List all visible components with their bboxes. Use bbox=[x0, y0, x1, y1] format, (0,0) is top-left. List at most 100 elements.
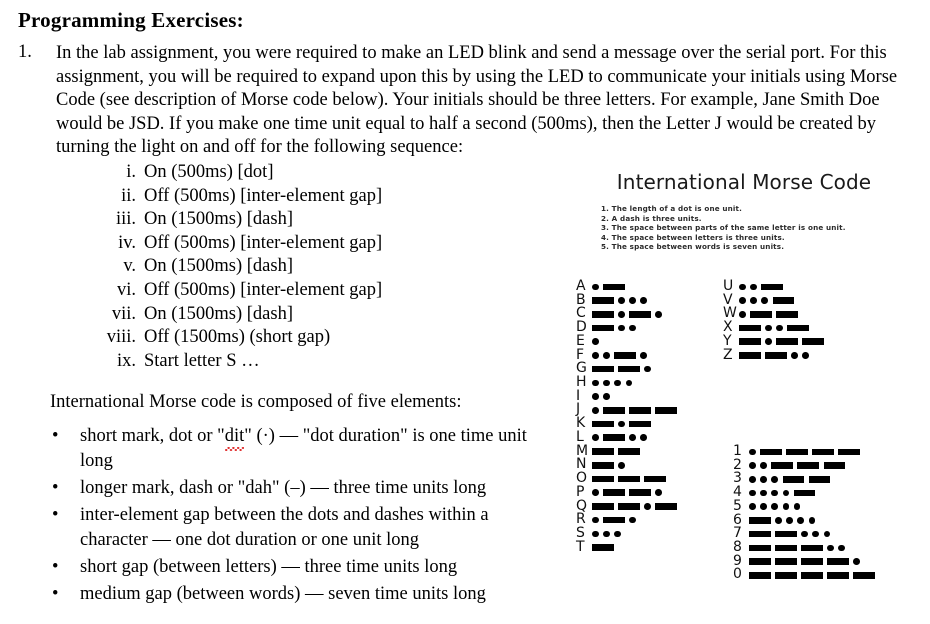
morse-chart-rules: 1. The length of a dot is one unit. 2. A … bbox=[601, 204, 846, 252]
morse-row: M bbox=[576, 444, 681, 459]
morse-dot-icon bbox=[782, 489, 790, 497]
morse-dash-icon bbox=[618, 448, 640, 455]
morse-code-symbols bbox=[749, 530, 835, 538]
morse-dash-icon bbox=[801, 558, 823, 565]
morse-dash-icon bbox=[592, 544, 614, 551]
morse-code-symbols bbox=[749, 476, 835, 483]
morse-dash-icon bbox=[739, 352, 761, 359]
sequence-list-item: v. On (1500ms) [dash] bbox=[92, 255, 422, 279]
sequence-item-marker: vii. bbox=[111, 303, 136, 324]
morse-row: V bbox=[723, 293, 828, 308]
morse-dash-icon bbox=[592, 461, 614, 469]
spellcheck-flagged-word[interactable]: dit bbox=[224, 424, 244, 451]
morse-dash-icon bbox=[592, 503, 614, 510]
morse-dot-icon bbox=[775, 517, 782, 524]
morse-letters-a-t-group: ABCDEFGHIJKLMNOPQRST bbox=[576, 279, 681, 554]
morse-row: Q bbox=[576, 499, 681, 514]
morse-row: Z bbox=[723, 348, 828, 363]
morse-code-symbols bbox=[749, 448, 865, 456]
morse-row: 2 bbox=[733, 458, 879, 473]
morse-dash-icon bbox=[655, 503, 677, 510]
morse-dot-icon bbox=[760, 503, 767, 511]
morse-dash-icon bbox=[776, 311, 798, 318]
morse-dot-icon bbox=[655, 311, 662, 318]
bullet-list-item: • inter-element gap between the dots and … bbox=[48, 503, 550, 553]
morse-dot-icon bbox=[603, 352, 610, 359]
morse-code-symbols bbox=[592, 489, 667, 496]
sequence-item-label: Off (500ms) [inter-element gap] bbox=[144, 232, 383, 253]
morse-row: C bbox=[576, 307, 681, 321]
morse-dash-icon bbox=[629, 420, 651, 428]
morse-dash-icon bbox=[749, 544, 771, 552]
morse-row: L bbox=[576, 430, 681, 445]
morse-code-symbols bbox=[592, 461, 629, 469]
morse-row: 1 bbox=[733, 444, 879, 459]
morse-dash-icon bbox=[603, 283, 625, 291]
morse-dash-icon bbox=[592, 324, 614, 332]
sequence-item-marker: viii. bbox=[106, 327, 136, 348]
morse-dot-icon bbox=[655, 489, 662, 496]
morse-dot-icon bbox=[644, 365, 651, 373]
morse-row: 7 bbox=[733, 526, 879, 541]
morse-row: S bbox=[576, 526, 681, 541]
exercise-number: 1. bbox=[18, 42, 32, 62]
morse-row: A bbox=[576, 279, 681, 294]
morse-dash-icon bbox=[793, 489, 816, 497]
bullet-list-item: • longer mark, dash or "dah" (–) — three … bbox=[48, 476, 550, 501]
morse-rule-line: 2. A dash is three units. bbox=[601, 213, 702, 223]
morse-dot-icon bbox=[592, 393, 599, 400]
morse-row: J bbox=[576, 403, 681, 417]
morse-dash-icon bbox=[749, 530, 771, 538]
morse-dash-icon bbox=[749, 558, 771, 565]
morse-dot-icon bbox=[749, 476, 756, 483]
morse-row: D bbox=[576, 320, 681, 335]
morse-dash-icon bbox=[838, 448, 860, 456]
morse-dot-icon bbox=[750, 283, 757, 291]
morse-dash-icon bbox=[644, 475, 666, 483]
morse-dash-icon bbox=[801, 544, 823, 552]
morse-dash-icon bbox=[603, 434, 625, 442]
morse-dot-icon bbox=[776, 324, 783, 332]
sequence-item-marker: ix. bbox=[116, 350, 136, 371]
morse-dash-icon bbox=[739, 324, 761, 332]
morse-dot-icon bbox=[592, 352, 599, 359]
morse-row: K bbox=[576, 416, 681, 431]
morse-dash-icon bbox=[853, 572, 875, 579]
morse-dash-icon bbox=[771, 462, 793, 469]
morse-dot-icon bbox=[739, 311, 746, 318]
sequence-item-label: On (1500ms) [dash] bbox=[144, 303, 294, 324]
morse-dash-icon bbox=[749, 517, 771, 524]
morse-dot-icon bbox=[827, 544, 834, 552]
morse-dot-icon bbox=[823, 530, 831, 538]
morse-digits-group: 1234567890 bbox=[733, 444, 879, 582]
morse-row: H bbox=[576, 375, 681, 390]
morse-code-symbols bbox=[592, 311, 667, 318]
morse-code-symbols bbox=[749, 489, 820, 497]
morse-dash-icon bbox=[823, 462, 846, 469]
morse-dash-icon bbox=[749, 572, 771, 579]
morse-dot-icon bbox=[592, 516, 599, 524]
sequence-list-item: i. On (500ms) [dot] bbox=[92, 161, 422, 185]
morse-dot-icon bbox=[791, 352, 798, 359]
sequence-list-item: ix. Start letter S … bbox=[92, 350, 422, 374]
morse-dash-icon bbox=[592, 311, 614, 318]
morse-dot-icon bbox=[739, 283, 746, 291]
morse-dot-icon bbox=[592, 283, 599, 291]
elements-intro-text: International Morse code is composed of … bbox=[50, 392, 462, 412]
morse-dash-icon bbox=[797, 462, 819, 469]
morse-dash-icon bbox=[775, 530, 797, 538]
morse-row: O bbox=[576, 471, 681, 486]
sequence-list-item: iv. Off (500ms) [inter-element gap] bbox=[92, 232, 422, 256]
morse-code-symbols bbox=[739, 311, 802, 318]
morse-dot-icon bbox=[838, 544, 846, 552]
morse-dot-icon bbox=[618, 420, 625, 428]
morse-dash-icon bbox=[739, 338, 761, 346]
morse-dot-icon bbox=[765, 338, 772, 346]
morse-dot-icon bbox=[592, 434, 599, 442]
morse-dash-icon bbox=[629, 311, 651, 318]
morse-code-symbols bbox=[739, 338, 828, 346]
morse-dash-icon bbox=[614, 352, 636, 359]
morse-dash-icon bbox=[750, 311, 772, 318]
morse-dash-icon bbox=[629, 407, 651, 414]
morse-elements-bullet-list: • short mark, dot or "dit" (·) — "dot dur… bbox=[48, 424, 548, 609]
